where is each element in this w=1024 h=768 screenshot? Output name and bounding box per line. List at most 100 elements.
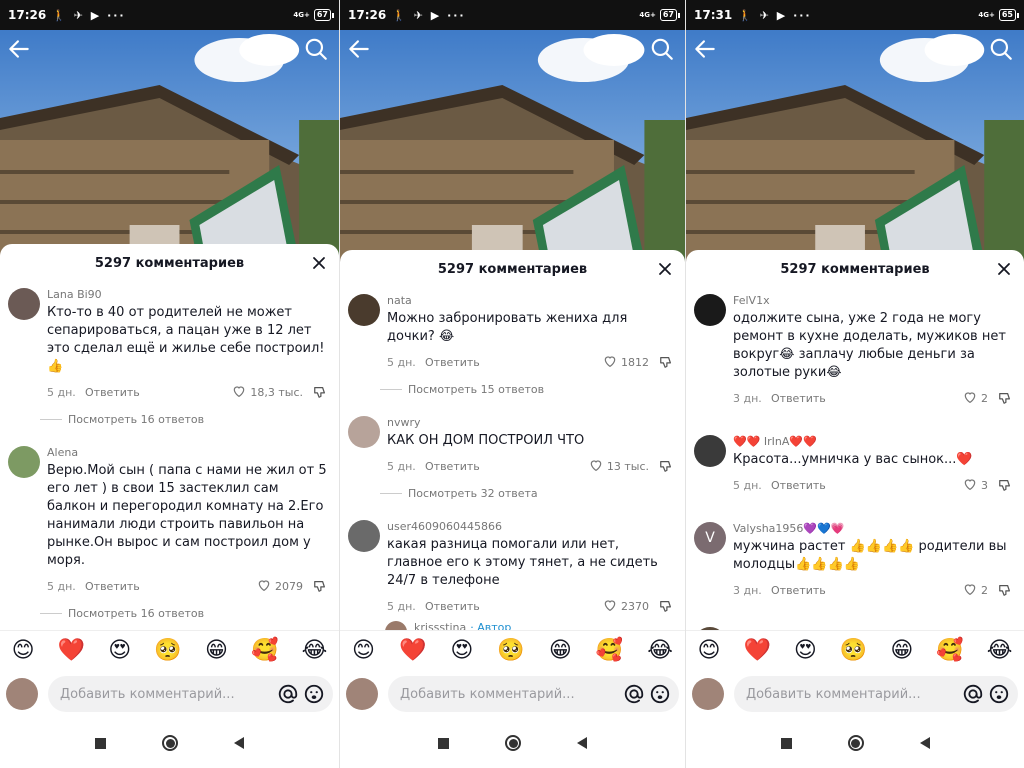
nav-recents-icon[interactable] (780, 737, 792, 749)
like-button[interactable]: 2370 (602, 597, 649, 616)
dislike-icon[interactable] (659, 599, 673, 613)
nav-recents-icon[interactable] (438, 737, 449, 749)
username-text[interactable]: user4609060445866 (387, 520, 502, 534)
avatar[interactable]: V (694, 522, 726, 554)
comment-username[interactable]: krissstina · Автор (414, 621, 677, 630)
dislike-icon[interactable] (313, 385, 327, 399)
username-text[interactable]: FelV1x (733, 294, 770, 308)
nav-home-icon[interactable] (505, 735, 521, 751)
quick-emoji-button[interactable]: 🥺 (154, 637, 181, 665)
quick-emoji-button[interactable]: 🥰 (596, 637, 623, 665)
comment-username[interactable]: nvwry (387, 416, 677, 430)
quick-emoji-button[interactable]: 🥰 (936, 637, 963, 665)
view-replies-link[interactable]: Посмотреть 15 ответов (340, 383, 685, 396)
like-button[interactable]: 3 (962, 476, 988, 495)
search-icon[interactable] (988, 36, 1014, 62)
back-arrow-icon[interactable] (692, 36, 718, 62)
nav-back-icon[interactable] (577, 737, 587, 749)
quick-emoji-button[interactable]: 😊 (352, 637, 375, 665)
view-replies-link[interactable]: Посмотреть 32 ответа (340, 487, 685, 500)
avatar[interactable] (8, 288, 40, 320)
reply-button[interactable]: Ответить (425, 460, 480, 473)
username-text[interactable]: krissstina (414, 621, 466, 630)
comment-username[interactable]: FelV1x (733, 294, 1016, 308)
dislike-icon[interactable] (998, 478, 1012, 492)
quick-emoji-button[interactable]: ❤️ (743, 637, 770, 665)
search-icon[interactable] (649, 36, 675, 62)
emoji-picker-icon[interactable] (988, 683, 1010, 705)
like-button[interactable]: 2 (962, 581, 988, 600)
quick-emoji-button[interactable]: 🥺 (840, 637, 867, 665)
quick-emoji-button[interactable]: ❤️ (58, 637, 85, 665)
close-icon[interactable] (657, 261, 673, 277)
back-arrow-icon[interactable] (6, 36, 32, 62)
like-button[interactable]: 2 (962, 389, 988, 408)
emoji-picker-icon[interactable] (649, 683, 671, 705)
like-button[interactable]: 18,3 тыс. (231, 383, 303, 402)
avatar[interactable] (385, 621, 407, 630)
dislike-icon[interactable] (998, 583, 1012, 597)
username-text[interactable]: Lana Bi90 (47, 288, 102, 302)
username-text[interactable]: Valysha1956💜💙💗 (733, 522, 845, 536)
like-button[interactable]: 13 тыс. (588, 457, 649, 476)
like-button[interactable]: 2079 (256, 577, 303, 596)
view-replies-link[interactable]: Посмотреть 16 ответов (0, 413, 339, 426)
close-icon[interactable] (311, 255, 327, 271)
back-arrow-icon[interactable] (346, 36, 372, 62)
quick-emoji-button[interactable]: 😂 (987, 637, 1013, 665)
mention-icon[interactable] (277, 683, 299, 705)
quick-emoji-button[interactable]: 😁 (205, 637, 228, 665)
reply-button[interactable]: Ответить (425, 600, 480, 613)
nav-back-icon[interactable] (919, 737, 930, 749)
close-icon[interactable] (996, 261, 1012, 277)
search-icon[interactable] (303, 36, 329, 62)
reply-button[interactable]: Ответить (771, 584, 826, 597)
reply-button[interactable]: Ответить (771, 392, 826, 405)
quick-emoji-button[interactable]: 😍 (794, 637, 817, 665)
quick-emoji-button[interactable]: 😊 (12, 637, 35, 665)
quick-emoji-button[interactable]: 😍 (450, 637, 473, 665)
comments-list[interactable]: FelV1x одолжите сына, уже 2 года не могу… (686, 288, 1024, 630)
reply-button[interactable]: Ответить (85, 580, 140, 593)
avatar[interactable] (348, 294, 380, 326)
nav-back-icon[interactable] (234, 737, 244, 749)
nav-home-icon[interactable] (847, 735, 864, 751)
avatar[interactable] (694, 294, 726, 326)
quick-emoji-button[interactable]: 😍 (108, 637, 131, 665)
comment-username[interactable]: ❤️❤️ IrInA❤️❤️ (733, 435, 1016, 449)
quick-emoji-button[interactable]: 😂 (647, 637, 673, 665)
comment-username[interactable]: Lana Bi90 (47, 288, 331, 302)
dislike-icon[interactable] (313, 579, 327, 593)
comment-username[interactable]: Valysha1956💜💙💗 (733, 522, 1016, 536)
username-text[interactable]: ❤️❤️ IrInA❤️❤️ (733, 435, 817, 449)
comments-list[interactable]: nata Можно забронировать жениха для дочк… (340, 288, 685, 630)
dislike-icon[interactable] (998, 391, 1012, 405)
nav-recents-icon[interactable] (95, 737, 106, 749)
comment-username[interactable]: user4609060445866 (387, 520, 677, 534)
quick-emoji-button[interactable]: 🥺 (497, 637, 524, 665)
username-text[interactable]: nata (387, 294, 412, 308)
quick-emoji-button[interactable]: ❤️ (399, 637, 426, 665)
dislike-icon[interactable] (659, 459, 673, 473)
emoji-picker-icon[interactable] (303, 683, 325, 705)
comment-username[interactable]: nata (387, 294, 677, 308)
reply-button[interactable]: Ответить (771, 479, 826, 492)
view-replies-link[interactable]: Посмотреть 16 ответов (0, 607, 339, 620)
username-text[interactable]: Alena (47, 446, 78, 460)
like-button[interactable]: 1812 (602, 353, 649, 372)
avatar[interactable] (694, 435, 726, 467)
quick-emoji-button[interactable]: 🥰 (251, 637, 278, 665)
quick-emoji-button[interactable]: 😁 (890, 637, 913, 665)
quick-emoji-button[interactable]: 😊 (698, 637, 721, 665)
username-text[interactable]: nvwry (387, 416, 421, 430)
mention-icon[interactable] (623, 683, 645, 705)
avatar[interactable] (348, 416, 380, 448)
quick-emoji-button[interactable]: 😂 (302, 637, 328, 665)
avatar[interactable] (348, 520, 380, 552)
nav-home-icon[interactable] (162, 735, 178, 751)
avatar[interactable] (8, 446, 40, 478)
dislike-icon[interactable] (659, 355, 673, 369)
mention-icon[interactable] (962, 683, 984, 705)
reply-button[interactable]: Ответить (85, 386, 140, 399)
comments-list[interactable]: Lana Bi90 Кто-то в 40 от родителей не мо… (0, 282, 339, 630)
